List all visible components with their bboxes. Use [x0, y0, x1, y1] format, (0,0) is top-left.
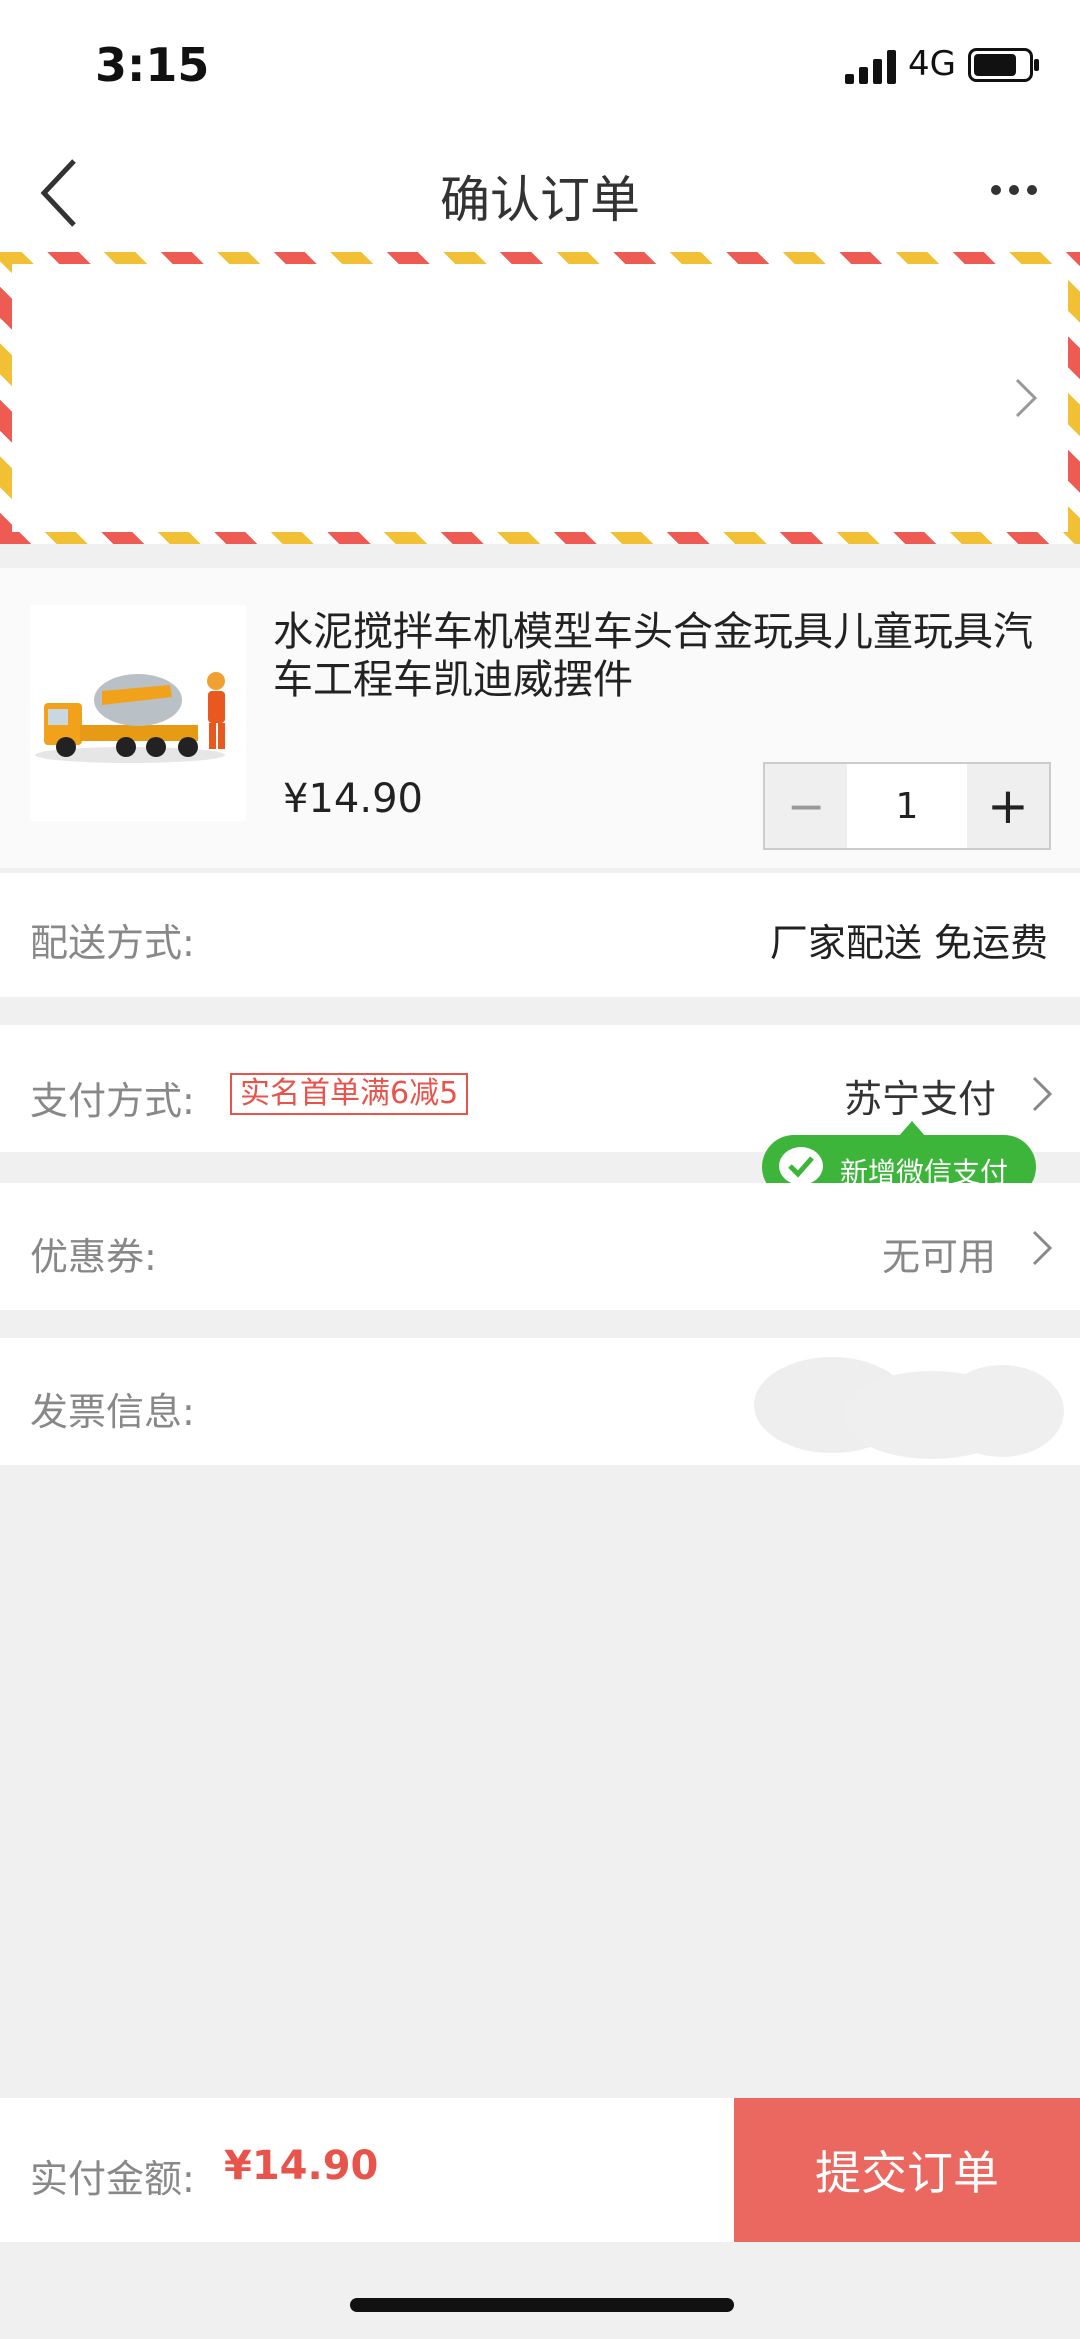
product-price: ¥14.90: [283, 776, 423, 822]
quantity-value[interactable]: 1: [847, 764, 967, 848]
status-time: 3:15: [95, 38, 210, 92]
battery-icon: [968, 48, 1039, 82]
chevron-right-icon: [1015, 378, 1038, 418]
total-amount: ¥14.90: [224, 2143, 379, 2189]
chevron-right-icon: [1032, 1230, 1053, 1266]
promo-badge: 实名首单满6减5: [230, 1073, 469, 1115]
redacted-blur: [754, 1357, 1064, 1459]
chevron-right-icon: [1032, 1076, 1053, 1112]
delivery-label: 配送方式:: [30, 921, 195, 965]
page-title: 确认订单: [440, 171, 640, 229]
decrease-quantity-button[interactable]: −: [765, 764, 847, 848]
increase-quantity-button[interactable]: +: [967, 764, 1049, 848]
payment-label: 支付方式:: [30, 1079, 195, 1123]
product-title: 水泥搅拌车机模型车头合金玩具儿童玩具汽车工程车凯迪威摆件: [273, 609, 1033, 703]
coupon-label: 优惠券:: [30, 1235, 157, 1279]
total-label: 实付金额:: [30, 2157, 195, 2201]
home-indicator: [350, 2298, 734, 2312]
signal-icon: [845, 50, 896, 84]
network-type: 4G: [908, 44, 956, 84]
delivery-value: 厂家配送 免运费: [769, 921, 1048, 965]
coupon-value: 无可用: [881, 1235, 996, 1279]
more-icon[interactable]: [990, 182, 1038, 198]
payment-value: 苏宁支付: [843, 1077, 996, 1121]
invoice-label: 发票信息:: [30, 1390, 195, 1434]
address-card[interactable]: [0, 252, 1080, 544]
product-image[interactable]: [30, 605, 246, 821]
submit-order-button[interactable]: 提交订单: [734, 2098, 1080, 2242]
